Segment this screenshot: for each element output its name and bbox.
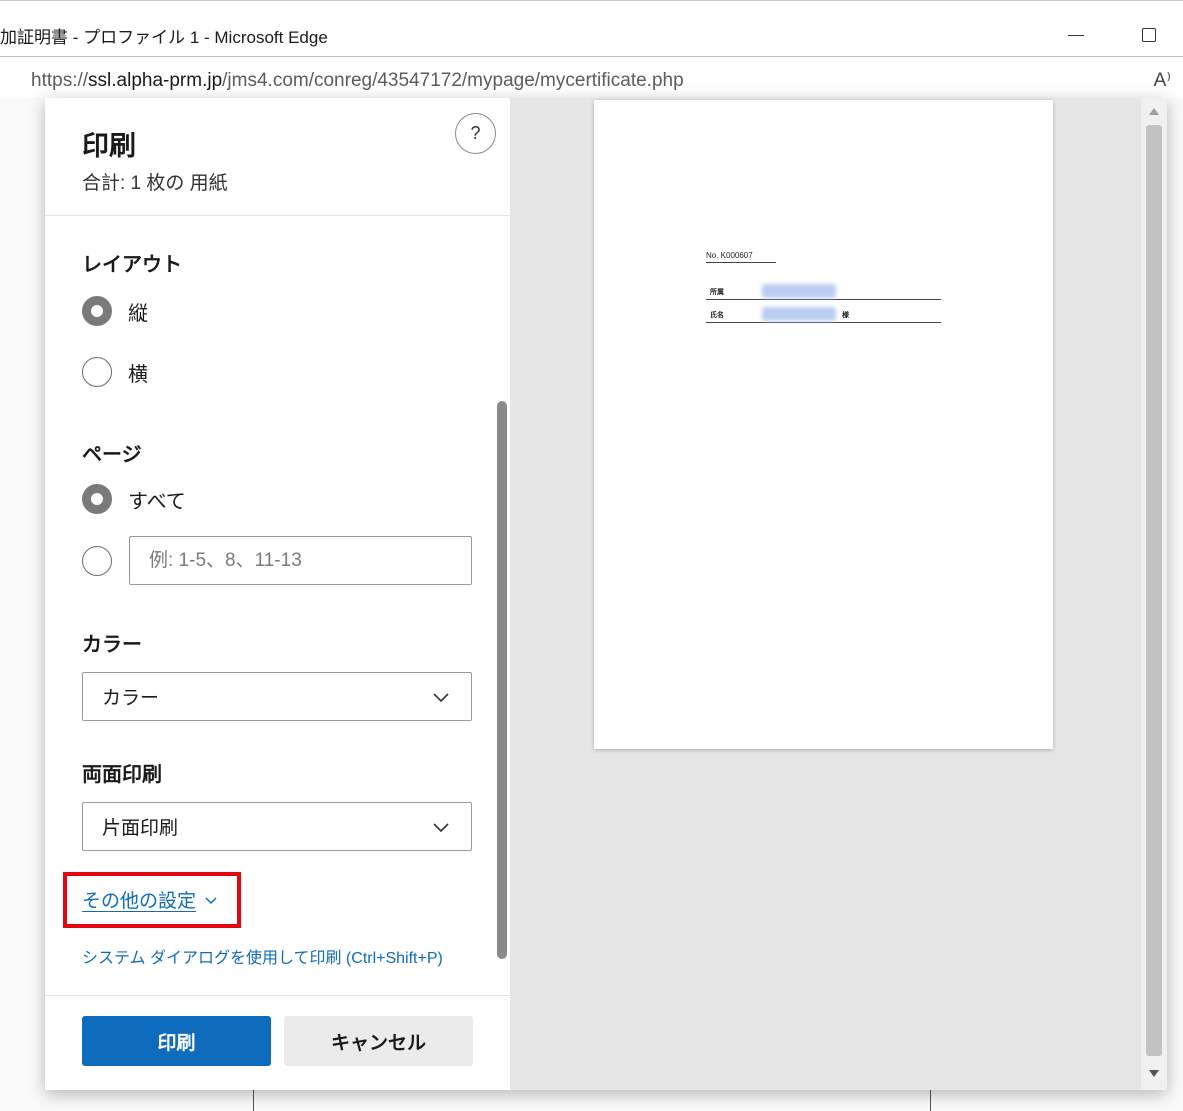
- url-host: ssl.alpha-prm.jp: [88, 70, 223, 91]
- window-title: 加証明書 - プロファイル 1 - Microsoft Edge: [0, 28, 328, 47]
- pages-all-label: すべて: [128, 490, 186, 513]
- affiliation-row: 所属: [706, 284, 941, 300]
- print-settings-panel: 印刷 合計: 1 枚の 用紙 ? レイアウト 縦 横 ページ すべて カラー: [45, 98, 510, 1090]
- print-header: 印刷 合計: 1 枚の 用紙 ?: [45, 98, 510, 216]
- settings-scrollbar[interactable]: [497, 401, 507, 959]
- color-label: カラー: [82, 634, 142, 656]
- name-label: 氏名: [710, 312, 724, 319]
- pages-range-option[interactable]: [82, 545, 112, 577]
- layout-landscape-option[interactable]: 横: [82, 356, 148, 388]
- chevron-down-icon: [433, 693, 449, 703]
- url-text[interactable]: https://ssl.alpha-prm.jp/jms4.com/conreg…: [31, 70, 684, 92]
- page-range-input[interactable]: [129, 536, 472, 585]
- chevron-down-icon: [433, 823, 449, 833]
- url-path: /jms4.com/conreg/43547172/mypage/mycerti…: [222, 70, 684, 91]
- cancel-button[interactable]: キャンセル: [284, 1016, 473, 1066]
- pages-range-radio[interactable]: [82, 546, 112, 576]
- scroll-down-icon[interactable]: [1149, 1070, 1159, 1077]
- landscape-radio[interactable]: [82, 357, 112, 387]
- minimize-button[interactable]: [1056, 15, 1096, 55]
- honorific-suffix: 様: [842, 312, 849, 319]
- redacted-text: [762, 307, 836, 321]
- url-scheme: https://: [31, 70, 89, 91]
- certificate-number: No. K000607: [706, 251, 776, 263]
- color-select[interactable]: カラー: [82, 672, 472, 721]
- redacted-text: [762, 284, 836, 298]
- landscape-label: 横: [128, 363, 148, 386]
- scroll-up-icon[interactable]: [1149, 108, 1159, 115]
- background-line: [253, 1088, 254, 1111]
- maximize-icon: [1142, 28, 1156, 42]
- help-icon: ?: [470, 123, 481, 143]
- duplex-select[interactable]: 片面印刷: [82, 802, 472, 851]
- preview-scrollbar[interactable]: [1141, 98, 1167, 1090]
- system-dialog-link[interactable]: システム ダイアログを使用して印刷 (Ctrl+Shift+P): [82, 944, 443, 968]
- background-line: [930, 1088, 931, 1111]
- maximize-button[interactable]: [1129, 15, 1169, 55]
- print-dialog: 印刷 合計: 1 枚の 用紙 ? レイアウト 縦 横 ページ すべて カラー: [45, 98, 1167, 1090]
- name-row: 氏名 様: [706, 307, 941, 323]
- read-aloud-icon[interactable]: A⁾: [1154, 69, 1171, 92]
- chevron-down-icon: [205, 897, 217, 904]
- more-settings-link[interactable]: その他の設定: [82, 886, 218, 913]
- minimize-icon: [1068, 34, 1084, 36]
- scrollbar-thumb[interactable]: [1146, 125, 1162, 1056]
- pages-all-option[interactable]: すべて: [82, 483, 186, 515]
- sheet-count: 合計: 1 枚の 用紙: [82, 173, 228, 194]
- help-button[interactable]: ?: [455, 113, 496, 154]
- print-preview-page: No. K000607 所属 氏名 様: [594, 100, 1053, 749]
- duplex-label: 両面印刷: [82, 764, 162, 786]
- duplex-select-value: 片面印刷: [102, 818, 179, 839]
- layout-portrait-option[interactable]: 縦: [82, 295, 148, 327]
- portrait-label: 縦: [128, 302, 148, 325]
- print-footer: 印刷 キャンセル: [45, 995, 510, 1090]
- layout-label: レイアウト: [82, 254, 182, 276]
- color-select-value: カラー: [102, 688, 160, 709]
- portrait-radio[interactable]: [82, 296, 112, 326]
- more-settings-label: その他の設定: [82, 891, 197, 912]
- window-titlebar: 加証明書 - プロファイル 1 - Microsoft Edge: [0, 0, 1183, 56]
- pages-label: ページ: [82, 444, 142, 466]
- pages-all-radio[interactable]: [82, 484, 112, 514]
- print-button[interactable]: 印刷: [82, 1016, 271, 1066]
- print-title: 印刷: [82, 131, 136, 161]
- affiliation-label: 所属: [710, 289, 724, 296]
- address-bar[interactable]: https://ssl.alpha-prm.jp/jms4.com/conreg…: [0, 56, 1183, 98]
